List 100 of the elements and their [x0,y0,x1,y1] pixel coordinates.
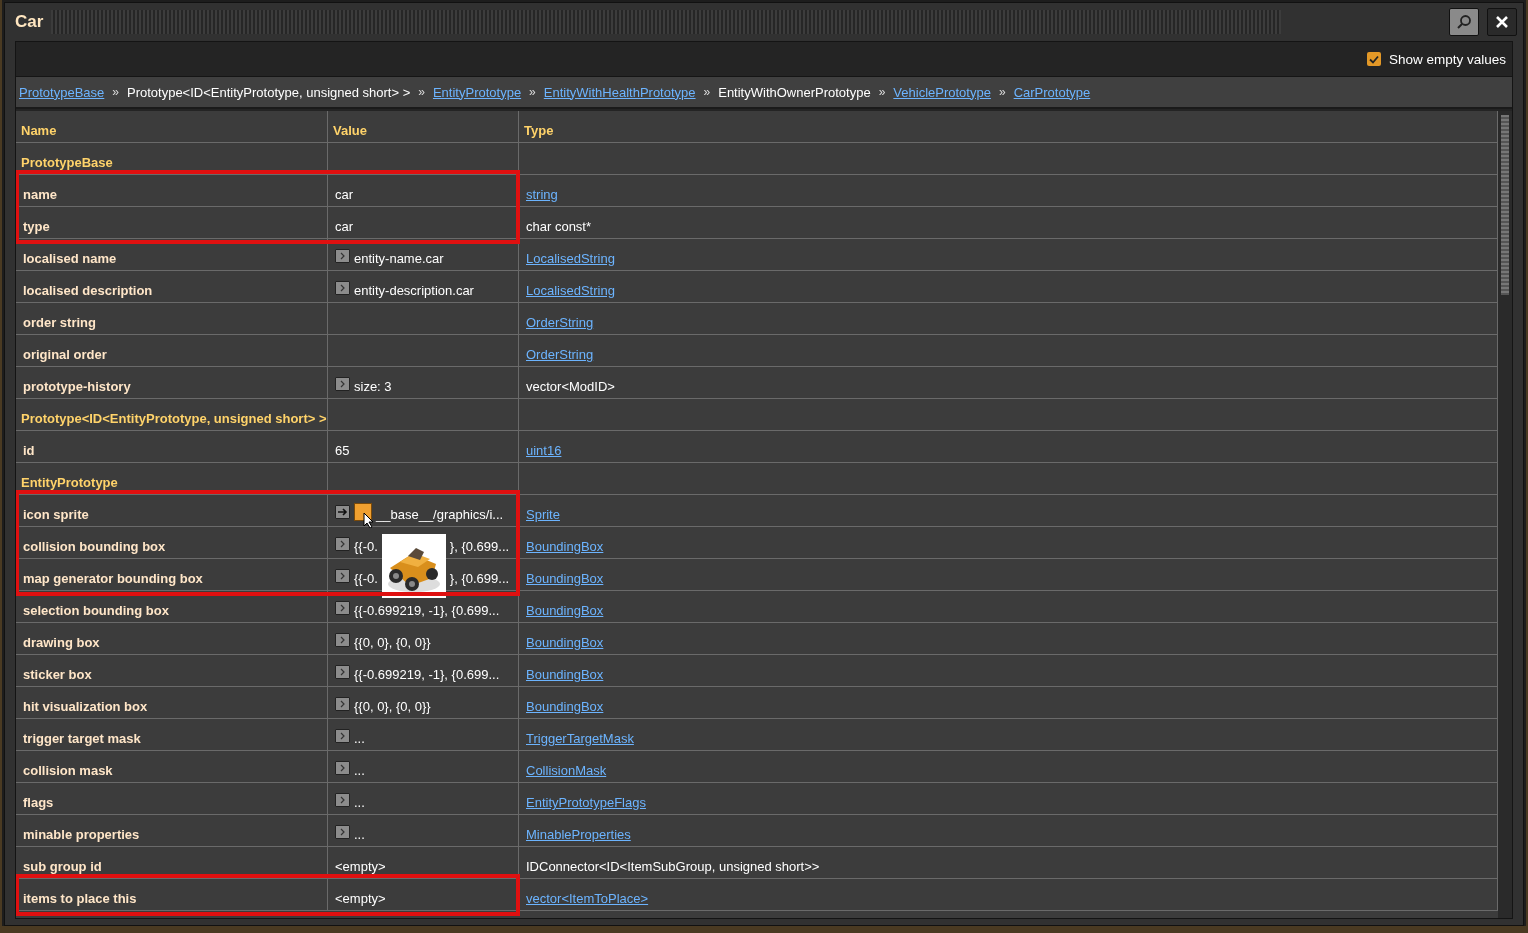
type-link[interactable]: BoundingBox [526,635,604,650]
property-value: {{0, 0}, {0, 0}} [354,699,431,714]
arrow-button[interactable] [335,505,350,519]
checkbox-label: Show empty values [1388,51,1506,67]
property-name: icon sprite [23,507,89,522]
chevron-icon [339,732,346,740]
breadcrumb-link[interactable]: EntityPrototype [432,84,522,100]
breadcrumb-separator: » [529,85,536,99]
breadcrumb-separator: » [418,85,425,99]
type-link[interactable]: BoundingBox [526,539,604,554]
expand-button[interactable] [335,569,350,583]
property-name: localised name [23,251,117,266]
property-name: drawing box [23,635,100,650]
expand-button[interactable] [335,793,350,807]
type-link[interactable]: uint16 [526,443,562,458]
type-link[interactable]: CollisionMask [526,763,607,778]
property-name: selection bounding box [23,603,169,618]
search-button[interactable] [1449,8,1479,36]
property-name: localised description [23,283,153,298]
type-link[interactable]: Sprite [526,507,560,522]
property-name: items to place this [23,891,137,906]
close-button[interactable] [1487,8,1517,36]
type-link[interactable]: LocalisedString [526,283,615,298]
property-name: id [23,443,35,458]
breadcrumb-link[interactable]: EntityWithHealthPrototype [543,84,696,100]
property-name: prototype-history [23,379,131,394]
chevron-icon [339,796,346,804]
cursor-icon [363,512,375,528]
section-heading: PrototypeBase [21,155,113,170]
property-name: minable properties [23,827,140,842]
expand-button[interactable] [335,537,350,551]
expand-button[interactable] [335,281,350,295]
chevron-icon [339,700,346,708]
expand-button[interactable] [335,249,350,263]
window-title: Car [15,12,44,32]
column-header: Value [333,123,367,138]
property-name: map generator bounding box [23,571,203,586]
property-value: size: 3 [354,379,392,394]
property-value: }, {0.699... [449,539,510,554]
property-value: {{-0.699219, -1}, {0.699... [354,667,500,682]
expand-button[interactable] [335,761,350,775]
type-link[interactable]: OrderString [526,347,594,362]
type-link[interactable]: LocalisedString [526,251,615,266]
type-name: char const* [526,219,592,234]
expand-button[interactable] [335,825,350,839]
property-name: original order [23,347,107,362]
property-value: }, {0.699... [449,571,510,586]
breadcrumb-separator: » [703,85,711,99]
close-icon [1495,15,1509,29]
property-name: sub group id [23,859,102,874]
chevron-icon [339,604,346,612]
type-link[interactable]: BoundingBox [526,667,604,682]
column-header: Type [524,123,554,138]
property-value: ... [354,763,365,778]
chevron-icon [339,668,346,676]
property-name: collision mask [23,763,113,778]
checkbox[interactable] [1366,52,1381,66]
type-link[interactable]: EntityPrototypeFlags [526,795,646,810]
type-link[interactable]: TriggerTargetMask [526,731,634,746]
type-link[interactable]: BoundingBox [526,699,604,714]
property-name: collision bounding box [23,539,166,554]
chevron-icon [339,636,346,644]
property-value: <empty> [335,859,386,874]
property-value: 65 [335,443,350,458]
type-name: IDConnector<ID<ItemSubGroup, unsigned short>> [526,859,820,874]
property-value: ... [354,795,365,810]
property-value: ... [354,731,365,746]
type-link[interactable]: OrderString [526,315,594,330]
expand-button[interactable] [335,729,350,743]
property-value: ... [354,827,365,842]
type-link[interactable]: vector<ItemToPlace> [526,891,649,906]
type-link[interactable]: MinableProperties [526,827,631,842]
property-value: car [335,187,354,202]
scrollbar-thumb[interactable] [1501,115,1509,295]
chevron-icon [339,380,346,388]
expand-button[interactable] [335,601,350,615]
property-value: <empty> [335,891,386,906]
section-heading: Prototype<ID<EntityPrototype, unsigned short> > [21,411,327,426]
breadcrumb-link[interactable]: VehiclePrototype [893,84,991,100]
property-value: car [335,219,354,234]
property-name: flags [23,795,54,810]
breadcrumb-link[interactable]: PrototypeBase [19,84,105,100]
property-value: {{-0. [354,571,378,586]
expand-button[interactable] [335,377,350,391]
breadcrumb-link[interactable]: CarPrototype [1013,84,1091,100]
type-link[interactable]: BoundingBox [526,571,604,586]
expand-button[interactable] [335,697,350,711]
column-header: Name [21,123,57,138]
property-name: trigger target mask [23,731,141,746]
property-value: __base__/graphics/i... [376,507,504,522]
expand-button[interactable] [335,665,350,679]
type-link[interactable]: BoundingBox [526,603,604,618]
chevron-icon [339,828,346,836]
breadcrumb-text: EntityWithOwnerPrototype [718,84,871,100]
expand-button[interactable] [335,633,350,647]
breadcrumb-separator: » [878,85,886,99]
type-link[interactable]: string [526,187,558,202]
section-heading: EntityPrototype [21,475,118,490]
search-icon [1456,14,1472,30]
property-name: sticker box [23,667,92,682]
